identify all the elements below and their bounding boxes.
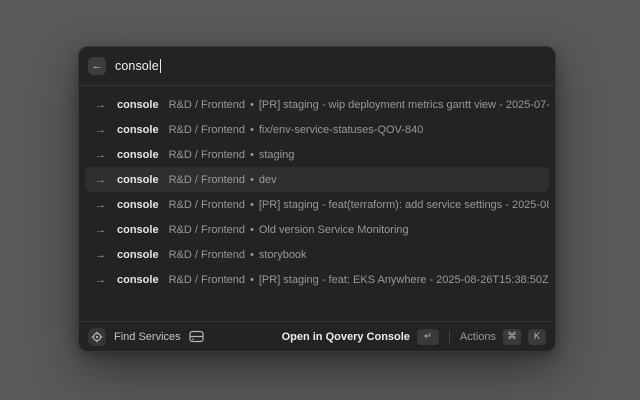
result-name: console (117, 124, 159, 136)
arrow-right-icon: → (95, 199, 109, 211)
arrow-right-icon: → (95, 174, 109, 186)
search-input[interactable]: console (115, 59, 546, 73)
result-detail: [PR] staging - feat(terraform): add serv… (259, 199, 549, 211)
back-arrow-icon: ← (92, 58, 103, 75)
result-name: console (117, 174, 159, 186)
arrow-right-icon: → (95, 249, 109, 261)
bullet-separator: • (250, 274, 254, 286)
find-services-label: Find Services (114, 331, 181, 343)
result-detail: Old version Service Monitoring (259, 224, 409, 236)
result-detail: [PR] staging - wip deployment metrics ga… (259, 99, 549, 111)
cmd-key-badge: ⌘ (503, 329, 521, 345)
result-detail: fix/env-service-statuses-QOV-840 (259, 124, 423, 136)
actions-label: Actions (460, 331, 496, 343)
actions-button[interactable]: Actions ⌘ K (460, 329, 546, 345)
bullet-separator: • (250, 124, 254, 136)
bullet-separator: • (250, 149, 254, 161)
arrow-right-icon: → (95, 224, 109, 236)
bullet-separator: • (250, 174, 254, 186)
bullet-separator: • (250, 249, 254, 261)
result-name: console (117, 99, 159, 111)
arrow-right-icon: → (95, 274, 109, 286)
back-button[interactable]: ← (88, 57, 106, 75)
result-row[interactable]: → console R&D / Frontend • dev (85, 167, 549, 192)
search-bar: ← console (79, 47, 555, 86)
search-query-text: console (115, 59, 159, 73)
result-row[interactable]: → console R&D / Frontend • staging (85, 142, 549, 167)
result-project: R&D / Frontend (169, 249, 245, 261)
result-project: R&D / Frontend (169, 174, 245, 186)
result-row[interactable]: → console R&D / Frontend • storybook (85, 242, 549, 267)
result-project: R&D / Frontend (169, 149, 245, 161)
command-palette: ← console → console R&D / Frontend • [PR… (78, 46, 556, 352)
app-logo-icon (88, 328, 106, 346)
result-name: console (117, 199, 159, 211)
result-project: R&D / Frontend (169, 124, 245, 136)
services-icon (189, 330, 204, 343)
arrow-right-icon: → (95, 149, 109, 161)
open-in-console-action[interactable]: Open in Qovery Console ↵ (282, 329, 439, 345)
result-row[interactable]: → console R&D / Frontend • [PR] staging … (85, 267, 549, 292)
footer-right: Open in Qovery Console ↵ Actions ⌘ K (282, 329, 546, 345)
results-list: → console R&D / Frontend • [PR] staging … (79, 86, 555, 321)
bullet-separator: • (250, 99, 254, 111)
arrow-right-icon: → (95, 99, 109, 111)
arrow-right-icon: → (95, 124, 109, 136)
footer: Find Services Open in Qovery Console ↵ A… (79, 321, 555, 351)
footer-vertical-divider (449, 331, 450, 343)
k-key-badge: K (528, 329, 546, 345)
result-name: console (117, 249, 159, 261)
bullet-separator: • (250, 199, 254, 211)
result-project: R&D / Frontend (169, 199, 245, 211)
text-caret (160, 59, 161, 73)
result-project: R&D / Frontend (169, 224, 245, 236)
open-in-console-label: Open in Qovery Console (282, 331, 410, 343)
result-row[interactable]: → console R&D / Frontend • Old version S… (85, 217, 549, 242)
result-row[interactable]: → console R&D / Frontend • [PR] staging … (85, 92, 549, 117)
result-detail: [PR] staging - feat: EKS Anywhere - 2025… (259, 274, 549, 286)
result-name: console (117, 224, 159, 236)
footer-left: Find Services (88, 328, 282, 346)
result-detail: storybook (259, 249, 307, 261)
result-row[interactable]: → console R&D / Frontend • [PR] staging … (85, 192, 549, 217)
result-row[interactable]: → console R&D / Frontend • fix/env-servi… (85, 117, 549, 142)
result-project: R&D / Frontend (169, 274, 245, 286)
enter-key-badge: ↵ (417, 329, 439, 345)
result-name: console (117, 274, 159, 286)
bullet-separator: • (250, 224, 254, 236)
result-detail: staging (259, 149, 294, 161)
result-name: console (117, 149, 159, 161)
result-detail: dev (259, 174, 277, 186)
result-project: R&D / Frontend (169, 99, 245, 111)
